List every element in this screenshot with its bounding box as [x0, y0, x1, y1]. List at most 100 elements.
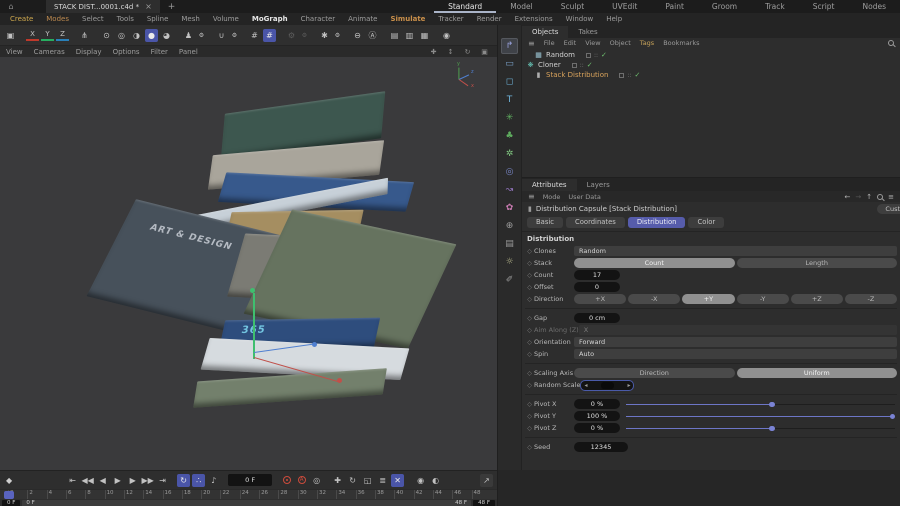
menu-window[interactable]: Window	[566, 15, 594, 23]
circled-a-icon[interactable]: Ⓐ	[366, 29, 379, 42]
goto-end-button[interactable]: ⇥	[156, 474, 169, 487]
render-stack-icon[interactable]: ▤	[501, 236, 518, 252]
play-sound-icon[interactable]: ∴	[192, 474, 205, 487]
axis-y-lock-icon[interactable]: Y	[41, 29, 54, 41]
y-axis-dot[interactable]	[250, 288, 255, 293]
anim-dot[interactable]: ◇	[525, 260, 534, 267]
viewport-menu-cameras[interactable]: Cameras	[34, 48, 65, 56]
visibility-dots[interactable]: ::	[594, 52, 598, 59]
document-tab[interactable]: STACK DIST...0001.c4d * ×	[46, 0, 160, 13]
objects-menu-file[interactable]: File	[544, 39, 555, 47]
autokey-icon[interactable]: A	[295, 474, 308, 487]
cube-icon[interactable]: ◻	[501, 74, 518, 90]
anim-dot[interactable]: ◇	[525, 315, 534, 322]
tree-row-random[interactable]: ▦Random::✓	[522, 50, 900, 60]
option--z[interactable]: -Z	[845, 294, 897, 304]
render-settings-icon[interactable]: ▥	[403, 29, 416, 42]
range-start-field[interactable]: 0 F	[2, 500, 20, 506]
preview-range-slider[interactable]: 0 F 48 F	[22, 500, 471, 506]
pivot-y-field[interactable]: 100 %	[574, 411, 620, 421]
gap-field[interactable]: 0 cm	[574, 313, 620, 323]
solo-off-icon[interactable]: ◉	[414, 474, 427, 487]
anim-dot[interactable]: ◇	[525, 284, 534, 291]
tree-row-stack-distribution[interactable]: ▮Stack Distribution::✓	[522, 70, 900, 80]
visibility-dots[interactable]: ::	[580, 62, 584, 69]
anim-dot[interactable]: ◇	[525, 425, 534, 432]
menu-modes[interactable]: Modes	[46, 15, 69, 23]
anim-dot[interactable]: ◇	[525, 382, 534, 389]
range-end-field[interactable]: 48 F	[473, 500, 495, 506]
workspace-tab-nodes[interactable]: Nodes	[849, 0, 900, 13]
viewport-menu-options[interactable]: Options	[113, 48, 140, 56]
anim-dot[interactable]: ◇	[525, 401, 534, 408]
section-tab-basic[interactable]: Basic	[527, 217, 563, 228]
workspace-tab-uvedit[interactable]: UVEdit	[598, 0, 651, 13]
coordinate-system-icon[interactable]: ⋔	[78, 29, 91, 42]
objects-menu-object[interactable]: Object	[610, 39, 631, 47]
cloner-icon[interactable]: ✳	[501, 110, 518, 126]
workspace-tab-script[interactable]: Script	[799, 0, 849, 13]
back-icon[interactable]: ←	[845, 193, 851, 201]
menu-character[interactable]: Character	[301, 15, 336, 23]
menu-tracker[interactable]: Tracker	[438, 15, 463, 23]
mode-object-icon[interactable]: ⊙	[100, 29, 113, 42]
increment-icon[interactable]: ▸	[627, 382, 630, 389]
workspace-tab-sculpt[interactable]: Sculpt	[547, 0, 598, 13]
option-uniform[interactable]: Uniform	[737, 368, 898, 378]
light-icon[interactable]: ☼	[501, 254, 518, 270]
section-tab-color[interactable]: Color	[688, 217, 724, 228]
workplane-icon[interactable]: ▣	[4, 29, 17, 42]
enabled-check-icon[interactable]: ✓	[635, 71, 641, 79]
workspace-tab-standard[interactable]: Standard	[434, 0, 496, 13]
gear-disabled-icon[interactable]: ⚙	[285, 29, 298, 42]
capsule-icon[interactable]: ✱	[318, 29, 331, 42]
picture-viewer-icon[interactable]: ◉	[440, 29, 453, 42]
menu-spline[interactable]: Spline	[147, 15, 169, 23]
tab-objects[interactable]: Objects	[522, 26, 568, 38]
fcurve-icon[interactable]: ↗	[480, 474, 493, 487]
hamburger-icon[interactable]: ≡	[528, 192, 535, 201]
anim-dot[interactable]: ◇	[525, 413, 534, 420]
simulate-settings-icon[interactable]: ⚙	[230, 29, 239, 42]
current-frame-field[interactable]: 0 F	[228, 474, 272, 486]
objects-menu-view[interactable]: View	[585, 39, 600, 47]
anim-dot[interactable]: ◇	[525, 327, 534, 334]
user-data-menu[interactable]: User Data	[568, 193, 600, 201]
layer-toggle[interactable]	[572, 63, 577, 68]
orientation-dropdown[interactable]: Forward	[574, 337, 897, 347]
menu-simulate[interactable]: Simulate	[390, 15, 425, 23]
capsule-settings-icon[interactable]: ⚙	[333, 29, 342, 42]
y-axis-handle[interactable]	[253, 293, 255, 359]
option-+x[interactable]: +X	[574, 294, 626, 304]
timeline-ruler[interactable]: 0246810121416182022242628303234363840424…	[0, 489, 497, 499]
workspace-tab-track[interactable]: Track	[751, 0, 799, 13]
option-+z[interactable]: +Z	[791, 294, 843, 304]
tree-row-cloner[interactable]: ❋Cloner::✓	[522, 60, 900, 70]
mode-polygons-icon[interactable]: ◕	[160, 29, 173, 42]
decrement-icon[interactable]: ◂	[584, 382, 587, 389]
render-queue-icon[interactable]: ▦	[418, 29, 431, 42]
viewport-menu-filter[interactable]: Filter	[151, 48, 168, 56]
record-pla-icon[interactable]: ≣	[376, 474, 389, 487]
circle-minus-icon[interactable]: ⊖	[351, 29, 364, 42]
option-count[interactable]: Count	[574, 258, 735, 268]
rectangle-spline-icon[interactable]: ▭	[501, 56, 518, 72]
x-axis-dot[interactable]	[337, 378, 342, 383]
enabled-check-icon[interactable]: ✓	[601, 51, 607, 59]
option-+y[interactable]: +Y	[682, 294, 734, 304]
random-scale-stepper[interactable]: ◂ ▸	[580, 380, 634, 391]
anim-dot[interactable]: ◇	[525, 296, 534, 303]
prev-key-button[interactable]: ◀◀	[81, 474, 94, 487]
mode-texture-icon[interactable]: ◑	[130, 29, 143, 42]
character-settings-icon[interactable]: ⚙	[197, 29, 206, 42]
field-icon[interactable]: ◎	[501, 164, 518, 180]
menu-create[interactable]: Create	[10, 15, 33, 23]
workspace-tab-model[interactable]: Model	[496, 0, 547, 13]
anim-dot[interactable]: ◇	[525, 248, 534, 255]
objects-menu-bookmarks[interactable]: Bookmarks	[663, 39, 699, 47]
clones-dropdown[interactable]: Random	[574, 246, 897, 256]
axis-z-lock-icon[interactable]: Z	[56, 29, 69, 41]
menu-volume[interactable]: Volume	[213, 15, 239, 23]
record-position-icon[interactable]: ✚	[331, 474, 344, 487]
layer-toggle[interactable]	[619, 73, 624, 78]
